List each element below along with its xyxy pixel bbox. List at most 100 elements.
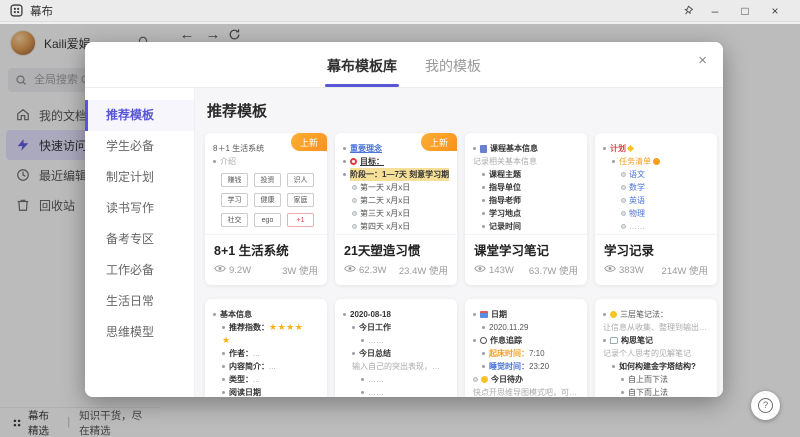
bullet-icon [222, 365, 225, 368]
card-footer: 学习记录383W214W 使用 [595, 234, 717, 284]
outline-line: 第二天 x月x日 [352, 194, 452, 207]
tab-template-library[interactable]: 幕布模板库 [327, 56, 397, 87]
views-value: 143W [489, 265, 514, 276]
card-stats: 9.2W3W 使用 [205, 259, 327, 284]
minimize-button[interactable]: – [700, 4, 730, 18]
text-part: 记录相关基本信息 [473, 155, 537, 168]
tab-my-templates[interactable]: 我的模板 [425, 56, 481, 87]
template-card[interactable]: 计划任务清单语文数学英语物理……学习记录383W214W 使用 [595, 133, 717, 285]
outline-line: 日期 [473, 308, 582, 321]
category-item[interactable]: 读书写作 [85, 193, 194, 224]
text-part: 介绍 [220, 155, 236, 168]
new-badge: 上新 [291, 133, 327, 151]
bullet-icon [343, 173, 346, 176]
cards-row: 基本信息推荐指数：★★★★★作者：...内容简介：...类型：...阅读日期 20… [205, 299, 717, 397]
template-card[interactable]: 上新重要理念目标：阶段一：1—7天 刻意学习期第一天 x月x日第二天 x月x日第… [335, 133, 457, 285]
category-item[interactable]: 推荐模板 [85, 100, 194, 131]
bullet-icon [621, 198, 626, 203]
card-stats: 143W63.7W 使用 [465, 259, 587, 284]
outline-line: 起床时间：7:10 [482, 347, 582, 360]
text-part: 记录个人思考的见解笔记 [603, 347, 691, 360]
text-part: 任务清单 [619, 155, 651, 168]
outline-line: 构思笔记 [603, 334, 712, 347]
bullet-icon [482, 326, 485, 329]
pin-icon[interactable] [680, 2, 697, 19]
text-part: 阶段一：1—7天 刻意学习期 [350, 168, 449, 181]
bullet-icon [482, 199, 485, 202]
outline-line: 目标： [343, 155, 452, 168]
bullet-icon [343, 313, 346, 316]
bullet-icon [482, 212, 485, 215]
template-card[interactable]: 课程基本信息记录相关基本信息课程主题指导单位指导老师学习地点记录时间课堂学习笔记… [465, 133, 587, 285]
text-part: 基本信息 [220, 308, 252, 321]
bullet-icon [621, 224, 626, 229]
text-part: 第一天 x月x日 [360, 181, 410, 194]
template-card[interactable]: 三层笔记法：让信息从收集、整理到输出…构思笔记记录个人思考的见解笔记如何构建金字… [595, 299, 717, 397]
text-part: 学习地点 [489, 207, 521, 220]
cards-row: 上新8＋1 生活系统介绍赚钱投资识人学习健康家庭社交ego+18+1 生活系统9… [205, 133, 717, 285]
text-part: 语文 [629, 168, 645, 181]
text-part: 推荐指数： [229, 321, 269, 334]
category-item[interactable]: 备考专区 [85, 224, 194, 255]
outline-line: 今日总结 [352, 347, 452, 360]
outline-line: 计划 [603, 142, 712, 155]
bullet-icon [603, 147, 606, 150]
calendar-icon [480, 311, 488, 318]
text-part: 23:20 [529, 360, 549, 373]
text-part: …… [368, 334, 384, 347]
text-part: 作者： [229, 347, 253, 360]
modal-close-icon[interactable]: × [698, 53, 707, 68]
outline-line: 快点开思维导图模式吧，可… [473, 386, 582, 397]
text-part: …… [368, 373, 384, 386]
outline-line: 内容简介：... [222, 360, 322, 373]
bullet-icon [482, 365, 485, 368]
outline-line: 睡觉时间：23:20 [482, 360, 582, 373]
template-card[interactable]: 基本信息推荐指数：★★★★★作者：...内容简介：...类型：...阅读日期 [205, 299, 327, 397]
template-card[interactable]: 日期2020.11.29作息追踪起床时间：7:10睡觉时间：23:20今日待办快… [465, 299, 587, 397]
text-part: 自下而上法 [628, 386, 668, 397]
text-part: 今日总结 [359, 347, 391, 360]
template-card[interactable]: 上新8＋1 生活系统介绍赚钱投资识人学习健康家庭社交ego+18+1 生活系统9… [205, 133, 327, 285]
card-preview: 三层笔记法：让信息从收集、整理到输出…构思笔记记录个人思考的见解笔记如何构建金字… [595, 299, 717, 397]
outline-line: 课程主题 [482, 168, 582, 181]
text-part: 类型： [229, 373, 253, 386]
text-part: 输入自己的突出表现，… [352, 360, 440, 373]
bullet-icon [482, 225, 485, 228]
bullet-icon [612, 160, 615, 163]
outline-line: 2020.11.29 [482, 321, 582, 334]
text-part: 起床时间： [489, 347, 529, 360]
text-part: 第三天 x月x日 [360, 207, 410, 220]
modal-body: 推荐模板学生必备制定计划读书写作备考专区工作必备生活日常思维模型 推荐模板 上新… [85, 88, 723, 397]
outline-line: 语文 [621, 168, 712, 181]
maximize-button[interactable]: □ [730, 4, 760, 18]
bullet-icon [343, 160, 346, 163]
views-value: 62.3W [359, 265, 386, 276]
category-item[interactable]: 思维模型 [85, 317, 194, 348]
category-rail: 推荐模板学生必备制定计划读书写作备考专区工作必备生活日常思维模型 [85, 88, 195, 397]
bullet-icon [473, 313, 476, 316]
card-footer: 8+1 生活系统9.2W3W 使用 [205, 234, 327, 284]
category-item[interactable]: 生活日常 [85, 286, 194, 317]
outline-line: 记录时间 [482, 220, 582, 233]
bullet-icon [621, 391, 624, 394]
bullet-icon [621, 172, 626, 177]
category-item[interactable]: 学生必备 [85, 131, 194, 162]
preview-grid: 赚钱投资识人学习健康家庭社交ego+1 [221, 173, 314, 227]
grid-cell: 家庭 [287, 193, 314, 207]
usage-count: 23.4W 使用 [399, 263, 448, 277]
bullet-icon [352, 185, 357, 190]
close-window-button[interactable]: × [760, 4, 790, 18]
template-card[interactable]: 2020-08-18今日工作……今日总结输入自己的突出表现，…………… [335, 299, 457, 397]
help-button[interactable]: ? [751, 391, 780, 420]
card-preview: 课程基本信息记录相关基本信息课程主题指导单位指导老师学习地点记录时间 [465, 133, 587, 234]
template-cards: 上新8＋1 生活系统介绍赚钱投资识人学习健康家庭社交ego+18+1 生活系统9… [205, 133, 717, 397]
outline-line: …… [361, 334, 452, 347]
category-item[interactable]: 制定计划 [85, 162, 194, 193]
category-item[interactable]: 工作必备 [85, 255, 194, 286]
outline-line: 数学 [621, 181, 712, 194]
text-part: 重要理念 [350, 142, 382, 155]
bullet-icon [222, 391, 225, 394]
eye-icon [474, 264, 486, 276]
modal-header: 幕布模板库我的模板 × [85, 42, 723, 88]
outline-line: 今日工作 [352, 321, 452, 334]
